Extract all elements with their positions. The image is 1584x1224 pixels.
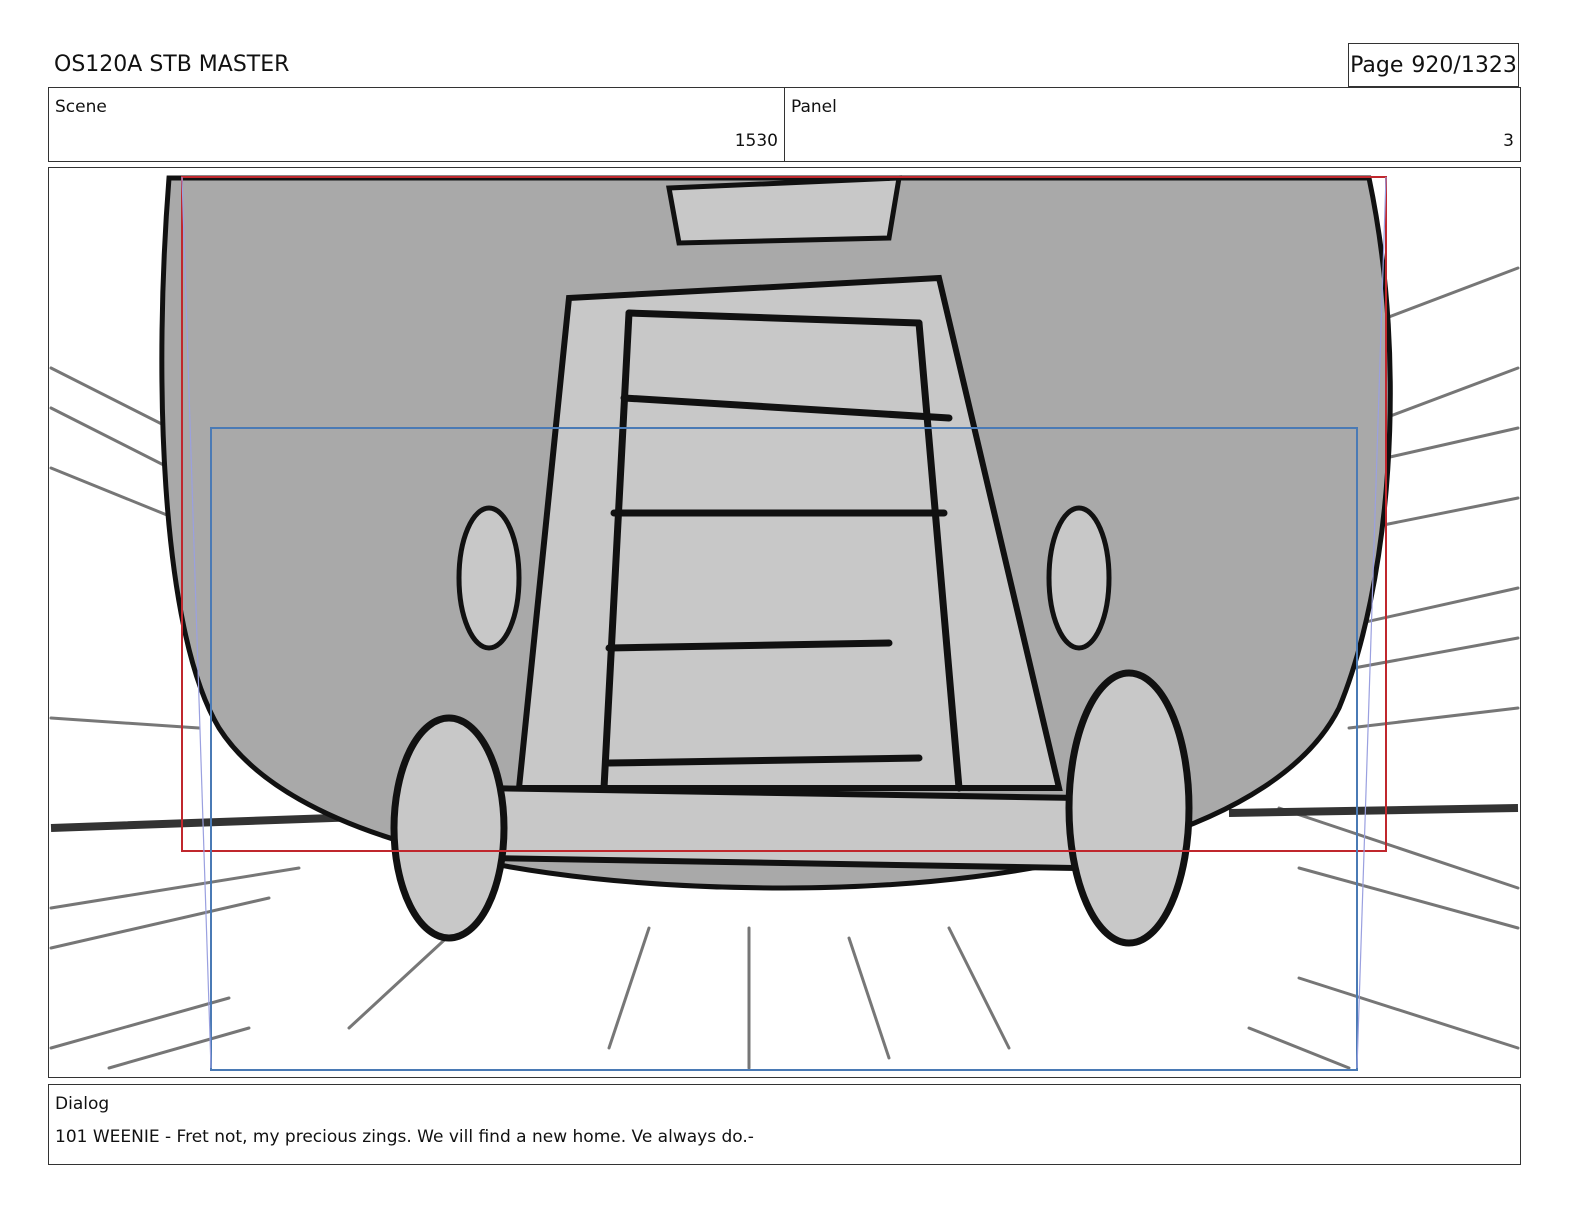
panel-label: Panel — [791, 97, 837, 117]
scene-cell: Scene 1530 — [49, 88, 785, 161]
right-ear — [1046, 505, 1112, 651]
panel-number: 3 — [1503, 131, 1514, 151]
storyboard-sketch — [49, 175, 1520, 1071]
page-indicator: Page 920/1323 — [1348, 43, 1519, 87]
dialog-label: Dialog — [55, 1094, 110, 1114]
page-label: Page — [1350, 52, 1404, 78]
document-title: OS120A STB MASTER — [54, 52, 290, 77]
left-ear — [456, 505, 522, 651]
scene-label: Scene — [55, 97, 107, 117]
panel-cell: Panel 3 — [785, 88, 1520, 161]
dialog-text: 101 WEENIE - Fret not, my precious zings… — [55, 1127, 754, 1147]
scene-number: 1530 — [734, 131, 778, 151]
storyboard-frame — [48, 167, 1521, 1078]
left-wheel — [390, 714, 508, 942]
page-number: 920/1323 — [1411, 52, 1517, 78]
dialog-box: Dialog 101 WEENIE - Fret not, my preciou… — [48, 1084, 1521, 1165]
scene-panel-header: Scene 1530 Panel 3 — [48, 87, 1521, 162]
axle — [475, 784, 1083, 872]
right-wheel — [1065, 669, 1193, 947]
top-bar — [666, 175, 902, 246]
